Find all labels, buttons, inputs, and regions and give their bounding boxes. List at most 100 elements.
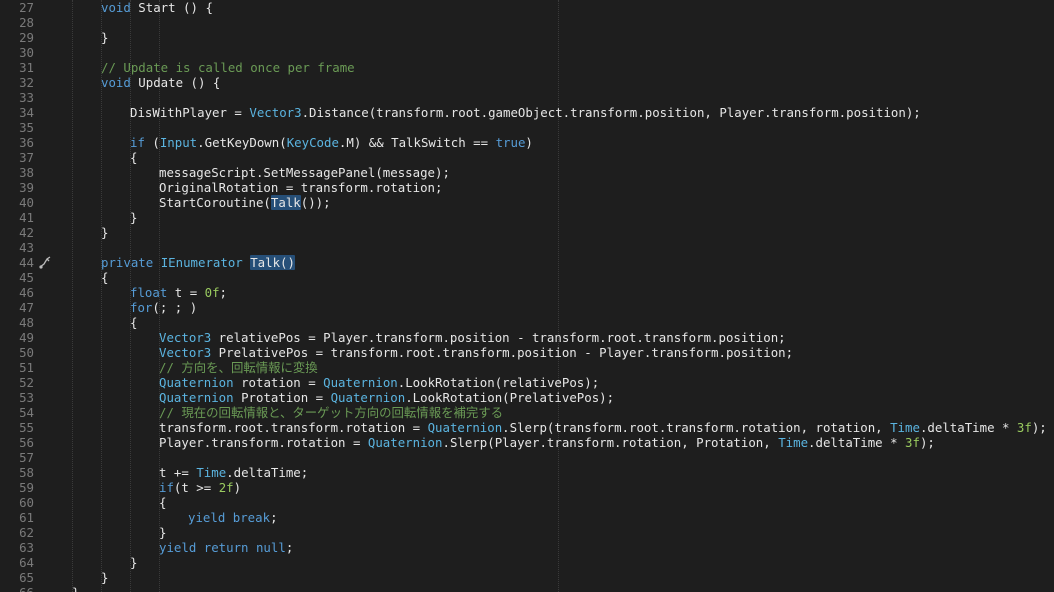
code-token: void bbox=[101, 0, 131, 15]
line-number: 42 bbox=[19, 225, 34, 240]
line-number: 65 bbox=[19, 570, 34, 585]
code-token: .Slerp(transform.root.transform.rotation… bbox=[502, 420, 891, 435]
code-line[interactable]: for(; ; ) bbox=[130, 300, 197, 315]
code-line[interactable]: Quaternion rotation = Quaternion.LookRot… bbox=[159, 375, 599, 390]
code-token: transform.root.transform.rotation = bbox=[159, 420, 428, 435]
line-number: 54 bbox=[19, 405, 34, 420]
code-line[interactable]: } bbox=[101, 570, 108, 585]
line-number: 38 bbox=[19, 165, 34, 180]
code-line[interactable]: } bbox=[159, 525, 166, 540]
code-line[interactable]: } bbox=[130, 555, 137, 570]
line-number: 35 bbox=[19, 120, 34, 135]
code-token: Player.transform.rotation = bbox=[159, 435, 368, 450]
line-number: 50 bbox=[19, 345, 34, 360]
code-token: 0f bbox=[204, 285, 220, 300]
code-line[interactable]: yield return null; bbox=[159, 540, 293, 555]
code-token: .deltaTime * bbox=[808, 435, 906, 450]
line-number: 41 bbox=[19, 210, 34, 225]
code-line[interactable]: } bbox=[130, 210, 137, 225]
code-token: } bbox=[159, 525, 167, 540]
line-number: 46 bbox=[19, 285, 34, 300]
code-token: relativePos = Player.transform.position … bbox=[211, 330, 786, 345]
code-line[interactable]: } bbox=[72, 585, 79, 592]
code-line[interactable]: private IEnumerator Talk() bbox=[101, 255, 295, 270]
code-line[interactable]: Vector3 relativePos = Player.transform.p… bbox=[159, 330, 786, 345]
line-number-gutter: 27 28 29 30 31 32 33 34 35 36 37 38 39 40 41 42 43 44 45 46… bbox=[0, 0, 58, 592]
line-number: 37 bbox=[19, 150, 34, 165]
code-token: t = bbox=[167, 285, 205, 300]
line-number: 60 bbox=[19, 495, 34, 510]
code-line[interactable]: { bbox=[101, 270, 108, 285]
code-token: float bbox=[130, 285, 168, 300]
code-line[interactable]: { bbox=[130, 150, 137, 165]
code-token: KeyCode bbox=[286, 135, 339, 150]
code-token: .LookRotation(PrelativePos); bbox=[405, 390, 615, 405]
line-number: 51 bbox=[19, 360, 34, 375]
code-line[interactable]: } bbox=[101, 30, 108, 45]
code-token: } bbox=[101, 570, 109, 585]
code-token: (t >= bbox=[173, 480, 219, 495]
line-number: 27 bbox=[19, 0, 34, 15]
code-token: PrelativePos = transform.root.transform.… bbox=[211, 345, 794, 360]
code-line[interactable]: } bbox=[101, 225, 108, 240]
code-token: messageScript.SetMessagePanel(message); bbox=[159, 165, 450, 180]
code-line[interactable]: { bbox=[159, 495, 166, 510]
code-line[interactable]: DisWithPlayer = Vector3.Distance(transfo… bbox=[130, 105, 921, 120]
code-line[interactable]: transform.root.transform.rotation = Quat… bbox=[159, 420, 1047, 435]
line-number: 30 bbox=[19, 45, 34, 60]
code-token: ); bbox=[1031, 420, 1047, 435]
line-number: 34 bbox=[19, 105, 34, 120]
code-token: } bbox=[72, 585, 79, 592]
code-token: Protation = bbox=[233, 390, 331, 405]
code-line[interactable]: // 方向を、回転情報に変換 bbox=[159, 360, 318, 375]
code-line[interactable]: { bbox=[130, 315, 137, 330]
code-token: Time bbox=[196, 465, 227, 480]
line-number: 33 bbox=[19, 90, 34, 105]
code-line[interactable]: // 現在の回転情報と、ターゲット方向の回転情報を補完する bbox=[159, 405, 503, 420]
code-token: if bbox=[130, 135, 145, 150]
line-number: 28 bbox=[19, 15, 34, 30]
line-number: 40 bbox=[19, 195, 34, 210]
code-token: Input bbox=[159, 135, 198, 150]
code-token: Quaternion bbox=[427, 420, 503, 435]
code-line[interactable]: OriginalRotation = transform.rotation; bbox=[159, 180, 442, 195]
code-token: Time bbox=[778, 435, 809, 450]
code-token: IEnumerator bbox=[160, 255, 243, 270]
code-token: { bbox=[130, 315, 138, 330]
code-token: Vector3 bbox=[159, 330, 212, 345]
code-line[interactable]: StartCoroutine(Talk()); bbox=[159, 195, 331, 210]
code-token: } bbox=[101, 225, 109, 240]
code-line[interactable]: yield break; bbox=[188, 510, 278, 525]
brush-icon[interactable] bbox=[38, 255, 52, 270]
line-number: 62 bbox=[19, 525, 34, 540]
code-token: 3f bbox=[905, 435, 920, 450]
code-token: StartCoroutine( bbox=[159, 195, 271, 210]
code-line[interactable]: void Update () { bbox=[101, 75, 220, 90]
code-line[interactable]: Quaternion Protation = Quaternion.LookRo… bbox=[159, 390, 614, 405]
code-token: ; bbox=[219, 285, 228, 300]
code-token: ()); bbox=[300, 195, 331, 210]
code-token: // 方向を、回転情報に変換 bbox=[159, 360, 318, 375]
code-line[interactable]: if(t >= 2f) bbox=[159, 480, 241, 495]
code-line[interactable]: Vector3 PrelativePos = transform.root.tr… bbox=[159, 345, 793, 360]
line-number: 64 bbox=[19, 555, 34, 570]
code-token: // 現在の回転情報と、ターゲット方向の回転情報を補完する bbox=[159, 405, 504, 420]
line-number: 45 bbox=[19, 270, 34, 285]
code-line[interactable]: Player.transform.rotation = Quaternion.S… bbox=[159, 435, 935, 450]
indent-guide bbox=[72, 0, 73, 592]
code-token: t += bbox=[159, 465, 197, 480]
line-number: 36 bbox=[19, 135, 34, 150]
code-token: if bbox=[159, 480, 174, 495]
code-editor[interactable]: 27 28 29 30 31 32 33 34 35 36 37 38 39 40 41 42 43 44 45 46… bbox=[0, 0, 1054, 592]
code-token: ; bbox=[270, 510, 278, 525]
code-line[interactable]: void Start () { bbox=[101, 0, 213, 15]
code-line[interactable]: t += Time.deltaTime; bbox=[159, 465, 308, 480]
code-line[interactable]: messageScript.SetMessagePanel(message); bbox=[159, 165, 450, 180]
code-line[interactable]: // Update is called once per frame bbox=[101, 60, 355, 75]
code-area[interactable]: void Start () {} // Update is called once… bbox=[58, 0, 1054, 592]
code-line[interactable]: if (Input.GetKeyDown(KeyCode.M) && TalkS… bbox=[130, 135, 533, 150]
line-number: 44 bbox=[19, 255, 34, 270]
code-token: .deltaTime * bbox=[919, 420, 1017, 435]
code-line[interactable]: float t = 0f; bbox=[130, 285, 227, 300]
line-number: 32 bbox=[19, 75, 34, 90]
